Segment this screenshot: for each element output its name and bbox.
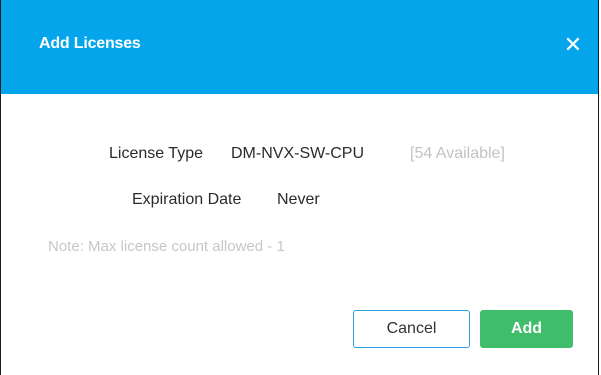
license-availability: [54 Available] — [410, 145, 505, 162]
close-icon[interactable]: ✕ — [562, 34, 584, 56]
add-button[interactable]: Add — [480, 310, 573, 348]
add-licenses-dialog: Add Licenses ✕ License Type DM-NVX-SW-CP… — [0, 0, 599, 375]
license-type-label: License Type — [109, 145, 203, 162]
cancel-button[interactable]: Cancel — [353, 310, 470, 348]
expiration-date-value: Never — [277, 191, 320, 208]
dialog-header: Add Licenses ✕ — [1, 0, 598, 94]
max-license-note: Note: Max license count allowed - 1 — [48, 238, 285, 255]
dialog-title: Add Licenses — [39, 35, 141, 52]
license-type-value: DM-NVX-SW-CPU — [231, 145, 365, 162]
expiration-date-label: Expiration Date — [132, 191, 242, 208]
